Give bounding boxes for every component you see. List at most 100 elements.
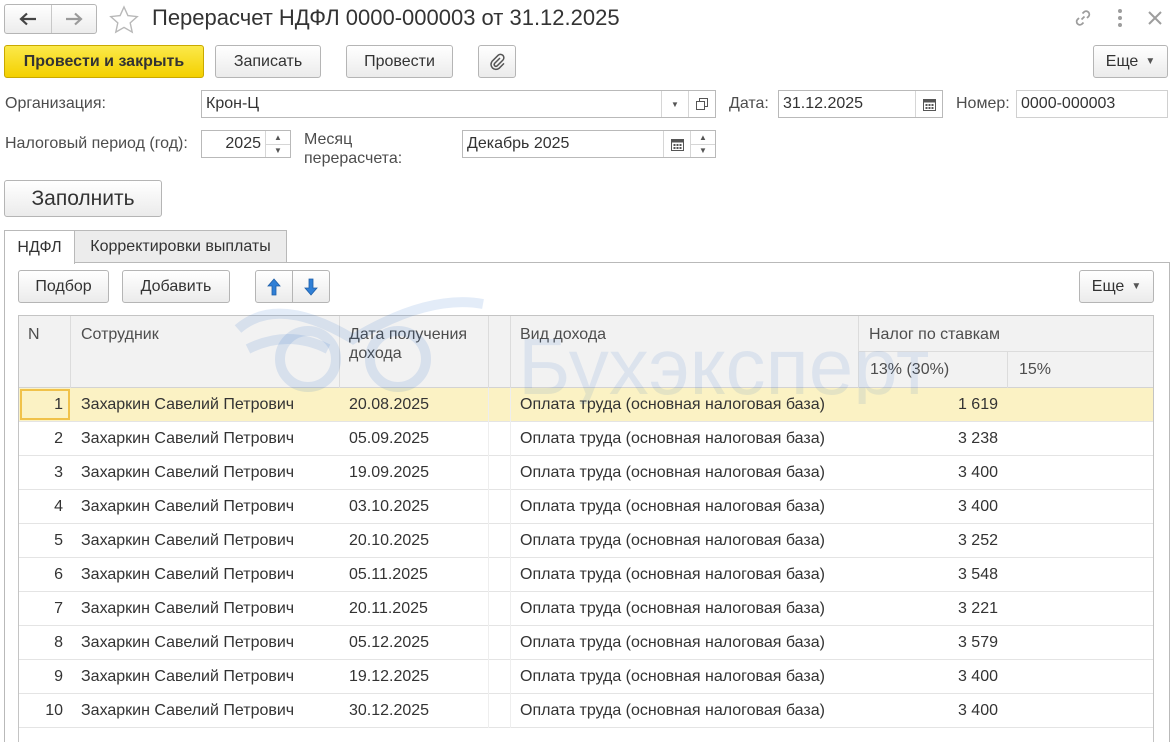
cell-employee[interactable]: Захаркин Савелий Петрович	[81, 660, 336, 693]
table-row[interactable]: 3 Захаркин Савелий Петрович 19.09.2025 Опла…	[19, 456, 1153, 490]
cell-employee[interactable]: Захаркин Савелий Петрович	[81, 558, 336, 591]
cell-date[interactable]: 20.11.2025	[349, 592, 489, 625]
attach-button[interactable]	[478, 45, 516, 78]
link-button[interactable]	[1071, 6, 1095, 30]
favorite-button[interactable]	[108, 5, 140, 35]
cell-tax-13[interactable]: 3 548	[859, 558, 998, 591]
tab-payment-corrections[interactable]: Корректировки выплаты	[74, 230, 287, 263]
cell-tax-13[interactable]: 1 619	[859, 388, 998, 421]
date-calendar-button[interactable]	[915, 91, 942, 117]
cell-tax-13[interactable]: 3 238	[859, 422, 998, 455]
cell-n[interactable]: 6	[19, 558, 63, 591]
post-button[interactable]: Провести	[346, 45, 453, 78]
cell-employee[interactable]: Захаркин Савелий Петрович	[81, 694, 336, 727]
cell-tax-15[interactable]	[1008, 456, 1147, 489]
pick-button[interactable]: Подбор	[18, 270, 109, 303]
recalc-month-field[interactable]: Декабрь 2025 ▲ ▼	[462, 130, 716, 158]
organization-field[interactable]: Крон-Ц ▼	[201, 90, 716, 118]
cell-n[interactable]: 3	[19, 456, 63, 489]
chevron-down-icon[interactable]: ▼	[691, 143, 715, 158]
cell-income-type[interactable]: Оплата труда (основная налоговая база)	[520, 660, 856, 693]
cell-income-type[interactable]: Оплата труда (основная налоговая база)	[520, 524, 856, 557]
tab-ndfl[interactable]: НДФЛ	[4, 230, 75, 264]
cell-income-type[interactable]: Оплата труда (основная налоговая база)	[520, 694, 856, 727]
cell-employee[interactable]: Захаркин Савелий Петрович	[81, 490, 336, 523]
cell-income-type[interactable]: Оплата труда (основная налоговая база)	[520, 558, 856, 591]
header-rate-13[interactable]: 13% (30%)	[870, 360, 949, 379]
table-row[interactable]: 4 Захаркин Савелий Петрович 03.10.2025 Опла…	[19, 490, 1153, 524]
cell-tax-13[interactable]: 3 579	[859, 626, 998, 659]
cell-employee[interactable]: Захаркин Савелий Петрович	[81, 592, 336, 625]
cell-income-type[interactable]: Оплата труда (основная налоговая база)	[520, 422, 856, 455]
cell-tax-13[interactable]: 3 400	[859, 660, 998, 693]
table-row[interactable]: 8 Захаркин Савелий Петрович 05.12.2025 Опла…	[19, 626, 1153, 660]
more-menu-button[interactable]	[1108, 6, 1132, 30]
cell-tax-15[interactable]	[1008, 592, 1147, 625]
more-actions-button[interactable]: Еще ▼	[1093, 45, 1168, 78]
save-button[interactable]: Записать	[215, 45, 321, 78]
cell-tax-15[interactable]	[1008, 626, 1147, 659]
move-down-button[interactable]	[292, 270, 330, 303]
cell-tax-15[interactable]	[1008, 388, 1147, 421]
chevron-up-icon[interactable]: ▲	[691, 131, 715, 144]
table-row[interactable]: 9 Захаркин Савелий Петрович 19.12.2025 Опла…	[19, 660, 1153, 694]
add-button[interactable]: Добавить	[122, 270, 230, 303]
cell-tax-15[interactable]	[1008, 660, 1147, 693]
cell-tax-15[interactable]	[1008, 422, 1147, 455]
cell-employee[interactable]: Захаркин Савелий Петрович	[81, 422, 336, 455]
header-rate-15[interactable]: 15%	[1019, 360, 1051, 379]
header-date[interactable]: Дата получения дохода	[349, 325, 467, 363]
cell-n[interactable]: 2	[19, 422, 63, 455]
number-field[interactable]: 0000-000003	[1016, 90, 1168, 118]
cell-income-type[interactable]: Оплата труда (основная налоговая база)	[520, 388, 856, 421]
table-row[interactable]: 2 Захаркин Савелий Петрович 05.09.2025 Опла…	[19, 422, 1153, 456]
cell-tax-15[interactable]	[1008, 490, 1147, 523]
cell-n[interactable]: 4	[19, 490, 63, 523]
cell-income-type[interactable]: Оплата труда (основная налоговая база)	[520, 626, 856, 659]
table-row[interactable]: 10 Захаркин Савелий Петрович 30.12.2025 Опл…	[19, 694, 1153, 728]
cell-income-type[interactable]: Оплата труда (основная налоговая база)	[520, 456, 856, 489]
cell-date[interactable]: 05.12.2025	[349, 626, 489, 659]
cell-n[interactable]: 10	[19, 694, 63, 727]
header-income-type[interactable]: Вид дохода	[520, 325, 606, 344]
cell-employee[interactable]: Захаркин Савелий Петрович	[81, 388, 336, 421]
cell-employee[interactable]: Захаркин Савелий Петрович	[81, 524, 336, 557]
cell-n[interactable]: 5	[19, 524, 63, 557]
table-row[interactable]: 5 Захаркин Савелий Петрович 20.10.2025 Опла…	[19, 524, 1153, 558]
cell-date[interactable]: 19.12.2025	[349, 660, 489, 693]
table-row[interactable]: 7 Захаркин Савелий Петрович 20.11.2025 Опла…	[19, 592, 1153, 626]
cell-employee[interactable]: Захаркин Савелий Петрович	[81, 626, 336, 659]
chevron-down-icon[interactable]: ▼	[266, 143, 290, 158]
cell-date[interactable]: 05.09.2025	[349, 422, 489, 455]
date-field[interactable]: 31.12.2025	[778, 90, 943, 118]
post-and-close-button[interactable]: Провести и закрыть	[4, 45, 204, 78]
cell-date[interactable]: 19.09.2025	[349, 456, 489, 489]
month-calendar-button[interactable]	[663, 131, 690, 157]
table-more-button[interactable]: Еще ▼	[1079, 270, 1154, 303]
recalc-month-spinner[interactable]: ▲ ▼	[690, 131, 715, 157]
back-button[interactable]	[5, 5, 51, 33]
cell-tax-15[interactable]	[1008, 694, 1147, 727]
cell-tax-13[interactable]: 3 400	[859, 456, 998, 489]
header-n[interactable]: N	[28, 325, 40, 344]
cell-date[interactable]: 03.10.2025	[349, 490, 489, 523]
fill-button[interactable]: Заполнить	[4, 180, 162, 217]
cell-n[interactable]: 1	[19, 388, 63, 421]
cell-employee[interactable]: Захаркин Савелий Петрович	[81, 456, 336, 489]
cell-date[interactable]: 20.10.2025	[349, 524, 489, 557]
cell-tax-15[interactable]	[1008, 558, 1147, 591]
tax-period-spinner[interactable]: ▲ ▼	[265, 131, 290, 157]
cell-date[interactable]: 30.12.2025	[349, 694, 489, 727]
cell-tax-15[interactable]	[1008, 524, 1147, 557]
cell-n[interactable]: 8	[19, 626, 63, 659]
cell-income-type[interactable]: Оплата труда (основная налоговая база)	[520, 592, 856, 625]
cell-income-type[interactable]: Оплата труда (основная налоговая база)	[520, 490, 856, 523]
chevron-up-icon[interactable]: ▲	[266, 131, 290, 144]
tax-period-field[interactable]: 2025 ▲ ▼	[201, 130, 291, 158]
header-employee[interactable]: Сотрудник	[81, 325, 159, 344]
cell-n[interactable]: 7	[19, 592, 63, 625]
cell-n[interactable]: 9	[19, 660, 63, 693]
cell-date[interactable]: 20.08.2025	[349, 388, 489, 421]
cell-tax-13[interactable]: 3 221	[859, 592, 998, 625]
organization-dropdown-button[interactable]: ▼	[661, 91, 688, 117]
